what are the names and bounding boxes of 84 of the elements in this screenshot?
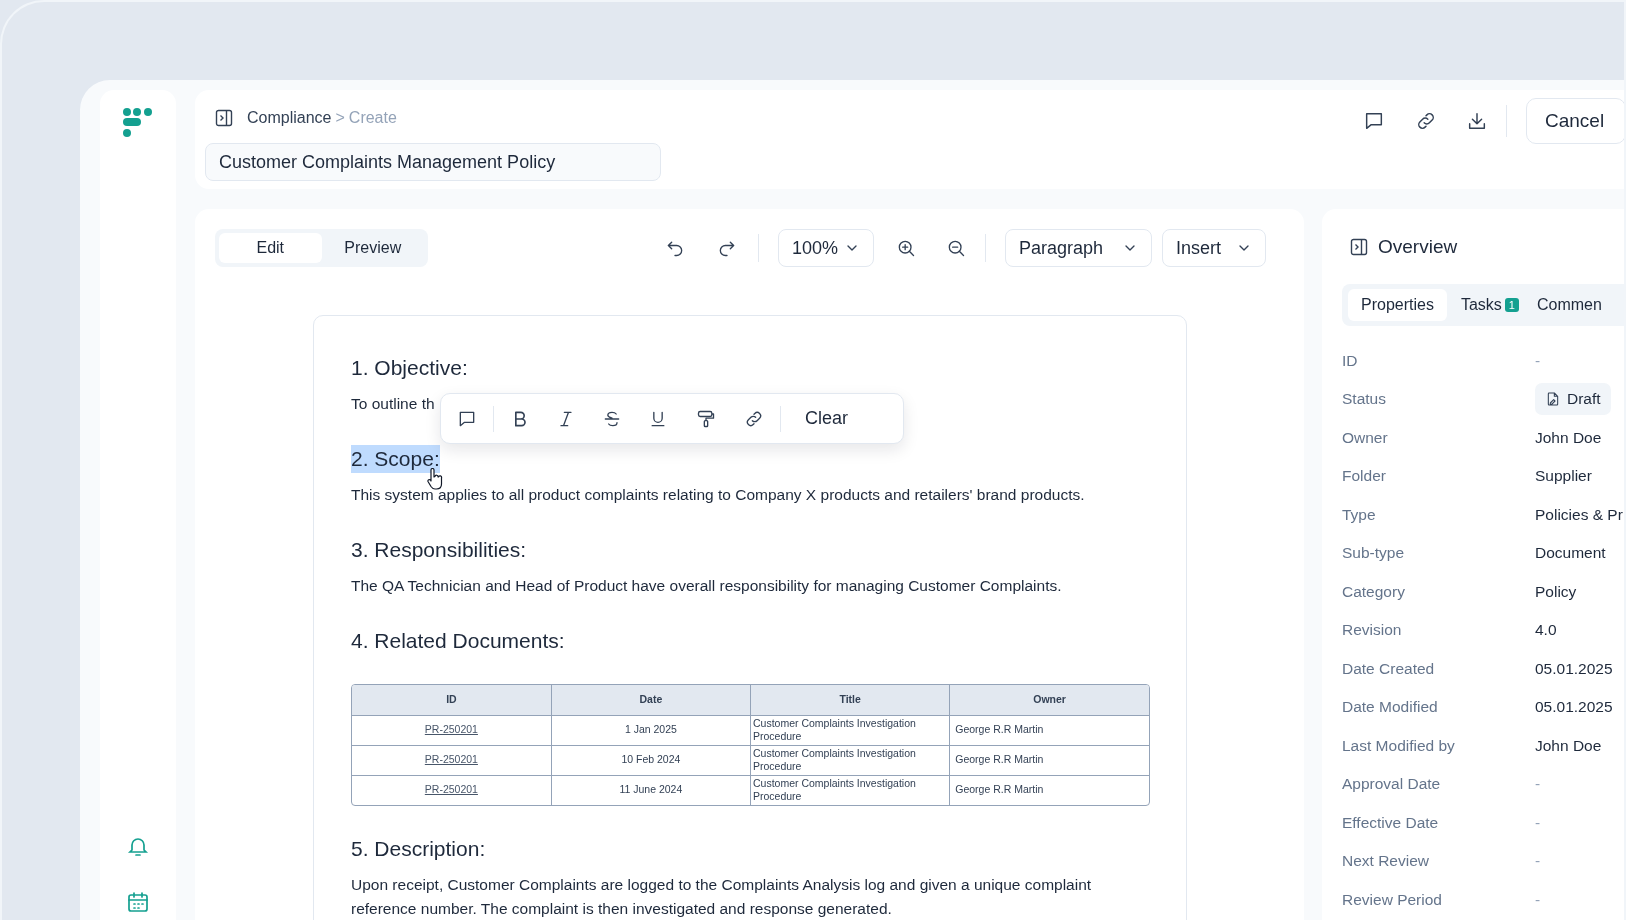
- mode-tab[interactable]: Edit: [219, 233, 322, 264]
- count-badge: 1: [1504, 298, 1519, 313]
- property-value: -: [1535, 774, 1541, 795]
- property-label: Folder: [1342, 466, 1387, 487]
- insert-dropdown[interactable]: Insert: [1162, 229, 1266, 268]
- link-icon[interactable]: [1415, 110, 1437, 132]
- property-label: Status: [1342, 389, 1387, 410]
- table-cell: Customer Complaints Investigation Procedure: [750, 745, 950, 776]
- section-heading: 5. Description:: [351, 836, 486, 863]
- property-value: John Doe: [1535, 427, 1602, 448]
- property-label: Owner: [1342, 427, 1389, 448]
- paragraph-dropdown[interactable]: Paragraph: [1005, 229, 1152, 268]
- breadcrumb-separator: >: [335, 108, 345, 128]
- overview-tab[interactable]: Commen: [1522, 289, 1606, 322]
- clear-button[interactable]: Clear: [797, 401, 856, 437]
- column-header: ID: [352, 685, 552, 716]
- table-cell: Customer Complaints Investigation Procedure: [750, 775, 950, 806]
- property-label: Revision: [1342, 620, 1403, 641]
- property-value: Policy: [1535, 581, 1577, 602]
- section-heading: 1. Objective:: [351, 355, 468, 382]
- property-label: Date Created: [1342, 658, 1436, 679]
- property-label: Type: [1342, 504, 1377, 525]
- overview-tab[interactable]: Tasks 1: [1446, 289, 1523, 322]
- paint-roller-icon[interactable]: [696, 408, 716, 429]
- download-icon[interactable]: [1466, 110, 1488, 132]
- property-label: Approval Date: [1342, 774, 1442, 795]
- property-value: -: [1535, 350, 1541, 371]
- property-value: Policies & Pr: [1535, 504, 1623, 525]
- panel-title: Overview: [1378, 235, 1458, 260]
- property-value: Supplier: [1535, 466, 1592, 487]
- overview-tab[interactable]: Properties: [1348, 289, 1447, 322]
- property-label: Last Modified by: [1342, 735, 1456, 756]
- section-heading: 2. Scope:: [351, 445, 440, 474]
- file-edit-icon: [1545, 390, 1561, 407]
- property-value: 4.0: [1535, 620, 1557, 641]
- logo-icon[interactable]: [122, 108, 154, 138]
- table-cell: George R.R Martin: [949, 745, 1149, 776]
- document-link[interactable]: PR-250201: [424, 723, 478, 736]
- table-cell: 1 Jan 2025: [551, 715, 751, 746]
- document-link[interactable]: PR-250201: [424, 753, 478, 766]
- property-label: Sub-type: [1342, 543, 1406, 564]
- breadcrumb-current: Create: [348, 108, 397, 128]
- table-cell: 11 June 2024: [551, 775, 751, 806]
- table-cell: Customer Complaints Investigation Procedure: [750, 715, 950, 746]
- property-label: Effective Date: [1342, 812, 1440, 833]
- redo-icon[interactable]: [717, 238, 737, 259]
- paragraph: This system applies to all product complaints relating to Company X products and retailers' brand products.: [351, 485, 1086, 506]
- table-cell: George R.R Martin: [949, 715, 1149, 746]
- paragraph: To outline th: [351, 394, 436, 415]
- property-label: Review Period: [1342, 889, 1443, 910]
- title-field[interactable]: Customer Complaints Management Policy: [205, 143, 661, 181]
- property-value: 05.01.2025: [1535, 697, 1613, 718]
- hand-cursor-icon: [426, 468, 444, 491]
- zoom-dropdown[interactable]: 100%: [778, 229, 874, 268]
- property-value: John Doe: [1535, 735, 1602, 756]
- property-label: Category: [1342, 581, 1406, 602]
- paragraph: The QA Technician and Head of Product have overall responsibility for managing Customer Complaints.: [351, 576, 1063, 597]
- document-link[interactable]: PR-250201: [424, 783, 478, 796]
- panel-toggle-icon[interactable]: [215, 109, 233, 127]
- table-cell: 10 Feb 2024: [551, 745, 751, 776]
- property-value: -: [1535, 851, 1541, 872]
- section-heading: 3. Responsibilities:: [351, 537, 527, 564]
- breadcrumb-link[interactable]: Compliance: [247, 106, 332, 130]
- zoom-in-icon[interactable]: [896, 238, 916, 259]
- paragraph: Upon receipt, Customer Complaints are logged to the Complaints Analysis log and given a unique complaint reference number. The complaint is then investigated and response generated.: [351, 875, 1093, 920]
- column-header: Title: [750, 685, 950, 716]
- status-badge: Draft: [1535, 382, 1611, 415]
- zoom-out-icon[interactable]: [946, 238, 966, 259]
- property-value: -: [1535, 812, 1541, 833]
- property-value: -: [1535, 889, 1541, 910]
- mode-tab[interactable]: Preview: [321, 233, 424, 264]
- undo-icon[interactable]: [665, 238, 685, 259]
- column-header: Date: [551, 685, 751, 716]
- property-label: Date Modified: [1342, 697, 1439, 718]
- property-value: 05.01.2025: [1535, 658, 1613, 679]
- comment-icon[interactable]: [1363, 110, 1385, 132]
- section-heading: 4. Related Documents:: [351, 628, 565, 655]
- property-label: ID: [1342, 350, 1359, 371]
- table-cell: George R.R Martin: [949, 775, 1149, 806]
- panel-toggle-icon[interactable]: [1350, 238, 1368, 257]
- property-value: Document: [1535, 543, 1606, 564]
- calendar-icon[interactable]: [126, 890, 150, 914]
- column-header: Owner: [949, 685, 1149, 716]
- property-label: Next Review: [1342, 851, 1430, 872]
